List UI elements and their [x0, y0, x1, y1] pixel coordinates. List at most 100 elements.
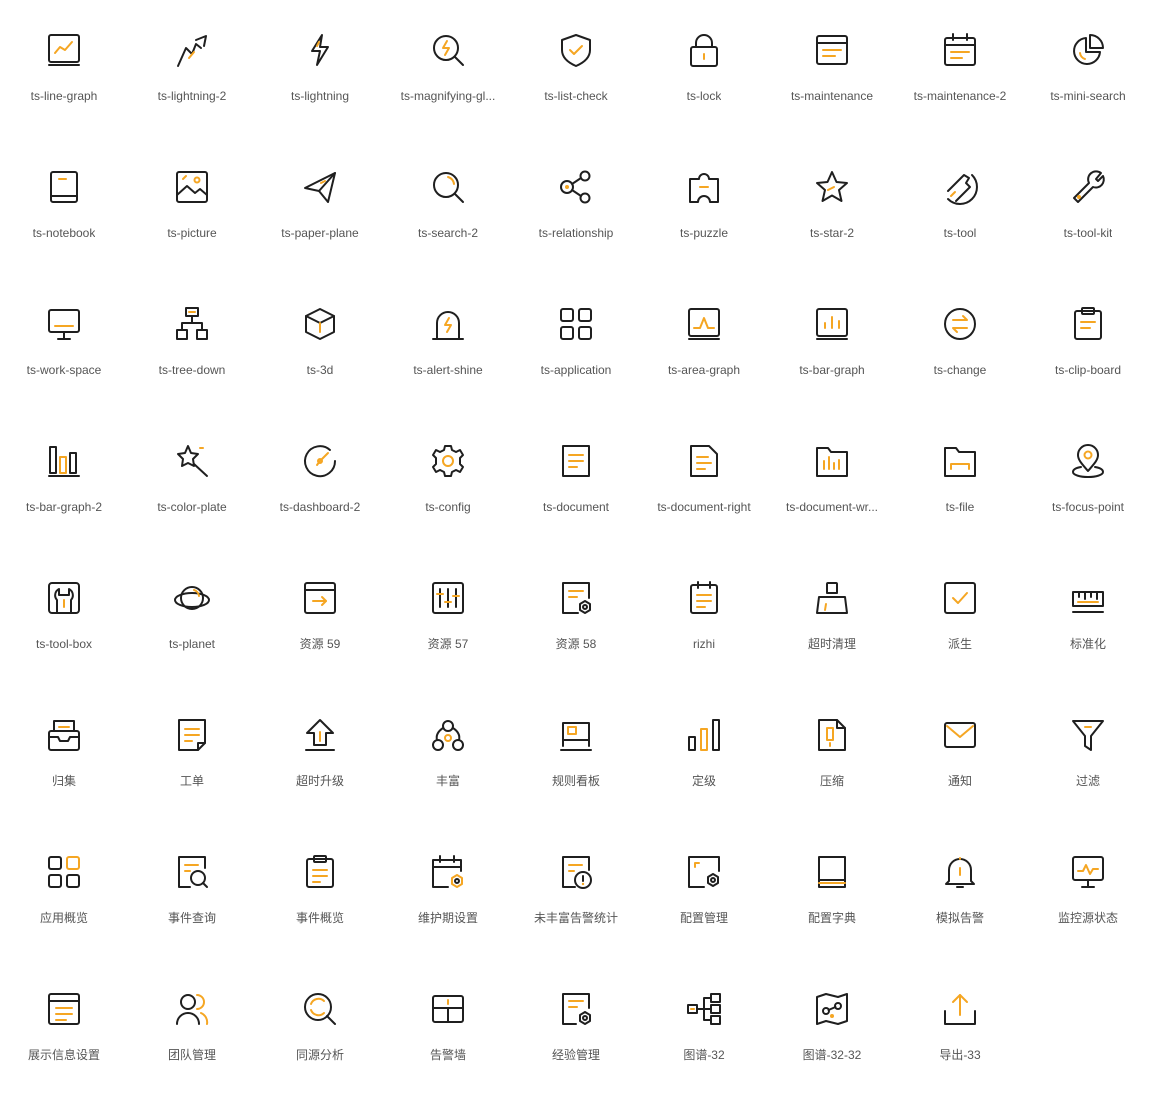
icon-tile[interactable]: ts-lock — [640, 0, 768, 137]
icon-label: 规则看板 — [551, 774, 600, 788]
icon-tile[interactable]: 监控源状态 — [1024, 822, 1152, 959]
icon-label: 团队管理 — [167, 1048, 216, 1062]
icon-tile[interactable]: ts-dashboard-2 — [256, 411, 384, 548]
icon-label: ts-clip-board — [1054, 363, 1122, 377]
icon-label: ts-file — [945, 500, 975, 514]
maintenance-settings-icon — [430, 854, 466, 890]
icon-tile[interactable]: ts-relationship — [512, 137, 640, 274]
icon-tile[interactable]: ts-bar-graph-2 — [0, 411, 128, 548]
icon-tile[interactable]: ts-search-2 — [384, 137, 512, 274]
icon-tile[interactable]: ts-bar-graph — [768, 274, 896, 411]
icon-tile[interactable]: ts-picture — [128, 137, 256, 274]
icon-tile[interactable]: 派生 — [896, 548, 1024, 685]
icon-tile[interactable]: ts-document — [512, 411, 640, 548]
display-info-settings-icon — [46, 991, 82, 1027]
icon-tile[interactable]: 团队管理 — [128, 959, 256, 1096]
icon-tile[interactable]: ts-focus-point — [1024, 411, 1152, 548]
icon-tile[interactable]: ts-tool-kit — [1024, 137, 1152, 274]
icon-tile[interactable]: 资源 57 — [384, 548, 512, 685]
icon-label: 派生 — [947, 637, 972, 651]
icon-label: ts-magnifying-gl... — [400, 89, 496, 103]
icon-label: 资源 57 — [427, 637, 469, 651]
tree-down-icon — [174, 306, 210, 342]
icon-tile[interactable]: 展示信息设置 — [0, 959, 128, 1096]
icon-tile[interactable]: 超时清理 — [768, 548, 896, 685]
relationship-icon — [558, 169, 594, 205]
icon-tile[interactable]: 维护期设置 — [384, 822, 512, 959]
icon-tile[interactable]: 归集 — [0, 685, 128, 822]
icon-tile[interactable]: ts-lightning — [256, 0, 384, 137]
icon-tile[interactable]: ts-paper-plane — [256, 137, 384, 274]
icon-tile[interactable]: ts-config — [384, 411, 512, 548]
icon-tile[interactable]: 定级 — [640, 685, 768, 822]
icon-tile[interactable]: ts-magnifying-gl... — [384, 0, 512, 137]
icon-label: rizhi — [692, 637, 715, 651]
icon-tile[interactable]: 图谱-32-32 — [768, 959, 896, 1096]
icon-tile[interactable]: ts-star-2 — [768, 137, 896, 274]
icon-tile[interactable]: ts-list-check — [512, 0, 640, 137]
icon-tile[interactable]: ts-notebook — [0, 137, 128, 274]
icon-tile[interactable]: ts-clip-board — [1024, 274, 1152, 411]
icon-tile[interactable]: 告警墙 — [384, 959, 512, 1096]
icon-tile[interactable]: ts-puzzle — [640, 137, 768, 274]
picture-icon — [174, 169, 210, 205]
icon-tile[interactable]: 压缩 — [768, 685, 896, 822]
icon-tile[interactable]: ts-alert-shine — [384, 274, 512, 411]
icon-tile[interactable]: ts-change — [896, 274, 1024, 411]
icon-tile[interactable]: ts-3d — [256, 274, 384, 411]
icon-tile[interactable]: ts-area-graph — [640, 274, 768, 411]
focus-point-icon — [1070, 443, 1106, 479]
icon-tile[interactable]: 事件概览 — [256, 822, 384, 959]
lightning-icon — [302, 32, 338, 68]
icon-tile[interactable]: ts-tool-box — [0, 548, 128, 685]
icon-tile[interactable]: ts-document-right — [640, 411, 768, 548]
icon-tile[interactable]: 超时升级 — [256, 685, 384, 822]
icon-label: 导出-33 — [939, 1048, 981, 1062]
graph-32-icon — [686, 991, 722, 1027]
icon-tile[interactable]: 资源 59 — [256, 548, 384, 685]
icon-tile[interactable]: ts-document-wr... — [768, 411, 896, 548]
icon-label: ts-focus-point — [1051, 500, 1125, 514]
icon-tile[interactable]: 图谱-32 — [640, 959, 768, 1096]
line-graph-icon — [46, 32, 82, 68]
icon-tile[interactable]: ts-tree-down — [128, 274, 256, 411]
icon-tile[interactable]: 工单 — [128, 685, 256, 822]
icon-tile[interactable]: ts-application — [512, 274, 640, 411]
paper-plane-icon — [302, 169, 338, 205]
icon-tile[interactable]: 通知 — [896, 685, 1024, 822]
icon-label: ts-area-graph — [667, 363, 741, 377]
icon-label: ts-paper-plane — [281, 226, 359, 240]
icon-tile[interactable]: 模拟告警 — [896, 822, 1024, 959]
icon-tile[interactable]: ts-work-space — [0, 274, 128, 411]
icon-tile[interactable]: rizhi — [640, 548, 768, 685]
notebook-icon — [46, 169, 82, 205]
icon-tile[interactable]: ts-mini-search — [1024, 0, 1152, 137]
icon-tile[interactable]: 导出-33 — [896, 959, 1024, 1096]
icon-tile[interactable]: 丰富 — [384, 685, 512, 822]
icon-tile[interactable]: 同源分析 — [256, 959, 384, 1096]
icon-tile[interactable]: 资源 58 — [512, 548, 640, 685]
icon-tile[interactable]: ts-color-plate — [128, 411, 256, 548]
icon-tile[interactable]: 事件查询 — [128, 822, 256, 959]
icon-label: 标准化 — [1069, 637, 1106, 651]
icon-tile[interactable]: ts-line-graph — [0, 0, 128, 137]
tool-icon — [942, 169, 978, 205]
icon-tile[interactable]: ts-tool — [896, 137, 1024, 274]
icon-tile[interactable]: 配置字典 — [768, 822, 896, 959]
icon-tile[interactable]: ts-maintenance-2 — [896, 0, 1024, 137]
icon-tile[interactable]: 经验管理 — [512, 959, 640, 1096]
icon-tile[interactable]: 规则看板 — [512, 685, 640, 822]
application-icon — [558, 306, 594, 342]
icon-tile[interactable]: ts-planet — [128, 548, 256, 685]
icon-tile[interactable]: 配置管理 — [640, 822, 768, 959]
icon-tile[interactable]: ts-maintenance — [768, 0, 896, 137]
icon-tile[interactable]: 未丰富告警统计 — [512, 822, 640, 959]
icon-tile[interactable]: ts-lightning-2 — [128, 0, 256, 137]
icon-tile[interactable]: 应用概览 — [0, 822, 128, 959]
icon-label: ts-maintenance — [790, 89, 874, 103]
lock-icon — [686, 32, 722, 68]
icon-tile[interactable]: ts-file — [896, 411, 1024, 548]
same-source-analysis-icon — [302, 991, 338, 1027]
icon-tile[interactable]: 标准化 — [1024, 548, 1152, 685]
icon-tile[interactable]: 过滤 — [1024, 685, 1152, 822]
